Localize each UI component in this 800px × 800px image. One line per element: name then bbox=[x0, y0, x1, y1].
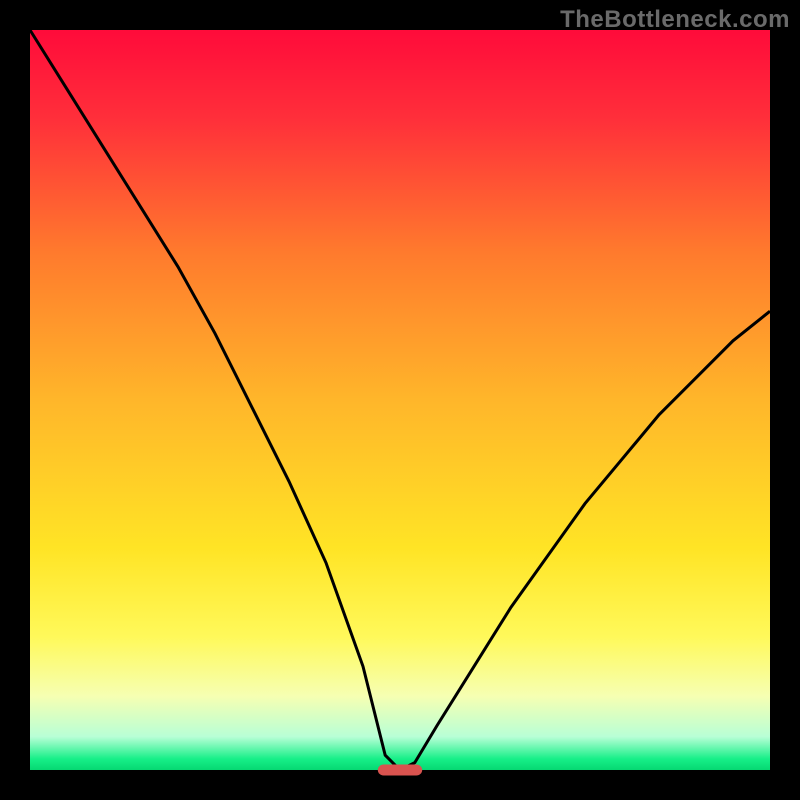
plot-background bbox=[30, 30, 770, 770]
watermark-text: TheBottleneck.com bbox=[560, 6, 790, 34]
chart-frame: TheBottleneck.com bbox=[0, 0, 800, 800]
bottleneck-marker bbox=[378, 764, 422, 775]
bottleneck-chart bbox=[0, 0, 800, 800]
